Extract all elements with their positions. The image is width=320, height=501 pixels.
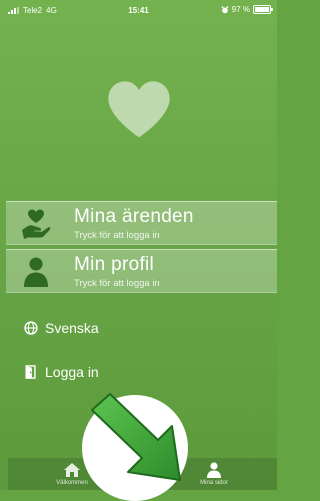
door-icon [25, 365, 36, 379]
app-screen: Tele2 4G 15:41 97 % Mina ärenden Tryck f… [0, 0, 277, 501]
language-label: Svenska [45, 320, 99, 336]
menu-item-title: Mina ärenden [74, 206, 194, 227]
language-row[interactable]: Svenska [24, 318, 99, 338]
menu-item-mina-arenden[interactable]: Mina ärenden Tryck för att logga in [6, 201, 277, 245]
heart-icon [108, 81, 170, 138]
menu-item-subtitle: Tryck för att logga in [74, 278, 160, 289]
menu-item-subtitle: Tryck för att logga in [74, 230, 160, 241]
tab-mine-label: Mina sidor [200, 480, 228, 486]
menu-item-min-profil[interactable]: Min profil Tryck för att logga in [6, 249, 277, 293]
battery-percent: 97 % [231, 5, 250, 14]
arrow-icon [91, 393, 181, 481]
alarm-icon [221, 5, 228, 13]
login-label: Logga in [45, 364, 99, 380]
status-right: 97 % [221, 5, 273, 14]
heart-hand-icon [22, 209, 51, 239]
person-icon [207, 462, 221, 478]
tab-mina-sidor[interactable]: Mina sidor [184, 458, 244, 486]
person-icon [24, 257, 48, 287]
battery-icon [253, 5, 273, 14]
menu-item-title: Min profil [74, 254, 155, 275]
home-icon [64, 463, 80, 477]
status-bar: Tele2 4G 15:41 97 % [0, 0, 277, 22]
globe-icon [24, 321, 38, 335]
login-row[interactable]: Logga in [24, 362, 99, 382]
